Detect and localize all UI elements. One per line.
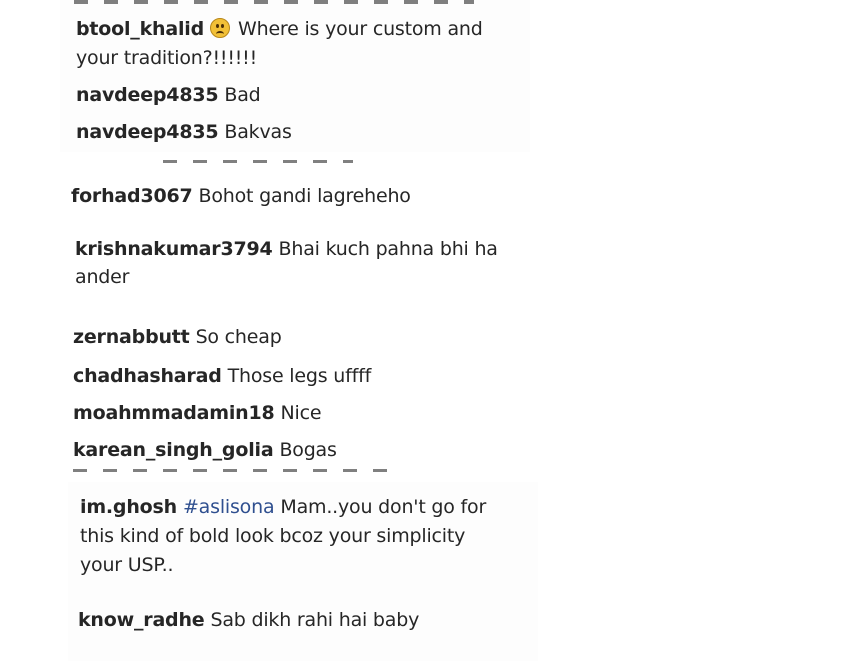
comment-item: btool_khalid Where is your custom and [76, 15, 483, 43]
comment-item: know_radhe Sab dikh rahi hai baby [78, 606, 419, 634]
comment-item: navdeep4835 Bad [76, 81, 261, 109]
comment-text-continued: your tradition?!!!!!! [76, 44, 257, 72]
comment-text-continued: your USP.. [80, 551, 174, 579]
comment-item: navdeep4835 Bakvas [76, 118, 292, 146]
comment-item: im.ghosh #aslisona Mam..you don't go for [80, 493, 486, 521]
comment-text: Bogas [279, 439, 337, 461]
comment-text: So cheap [195, 326, 282, 348]
comment-item: krishnakumar3794 Bhai kuch pahna bhi ha [75, 235, 498, 263]
comment-text-continued: ander [75, 263, 129, 291]
comment-username[interactable]: im.ghosh [80, 496, 177, 518]
comment-username[interactable]: krishnakumar3794 [75, 238, 273, 260]
comment-panel-bottom: im.ghosh #aslisona Mam..you don't go for t… [68, 482, 538, 661]
comment-text: ander [75, 266, 130, 288]
comment-text: this kind of bold look bcoz your simplic… [80, 525, 466, 547]
comment-text: Mam..you don't go for [280, 496, 487, 518]
comment-username[interactable]: know_radhe [78, 609, 205, 631]
comment-text: Bakvas [224, 121, 292, 143]
comment-username[interactable]: navdeep4835 [76, 121, 219, 143]
worried-face-icon [210, 18, 231, 38]
comment-username[interactable]: forhad3067 [71, 185, 193, 207]
cropped-text-fragment [74, 0, 474, 4]
comment-item: forhad3067 Bohot gandi lagreheho [71, 182, 411, 210]
comment-username[interactable]: moahmmadamin18 [73, 402, 275, 424]
comment-panel-middle: forhad3067 Bohot gandi lagreheho krishnak… [55, 160, 525, 472]
comment-text: Bohot gandi lagreheho [198, 185, 411, 207]
comment-text-continued: this kind of bold look bcoz your simplic… [80, 522, 465, 550]
comment-text: your tradition?!!!!!! [76, 47, 257, 69]
comment-username[interactable]: navdeep4835 [76, 84, 219, 106]
cropped-text-fragment [163, 160, 353, 163]
comment-username[interactable]: karean_singh_golia [73, 439, 274, 461]
comment-panel-top: btool_khalid Where is your custom and you… [60, 0, 530, 152]
comment-text: Where is your custom and [238, 18, 483, 40]
comment-text: Those legs uffff [227, 365, 372, 387]
comment-username[interactable]: chadhasharad [73, 365, 222, 387]
comment-text: your USP.. [80, 554, 174, 576]
comment-item: chadhasharad Those legs uffff [73, 362, 371, 390]
comment-item: zernabbutt So cheap [73, 323, 282, 351]
comment-username[interactable]: btool_khalid [76, 18, 204, 40]
comment-item: karean_singh_golia Bogas [73, 436, 337, 464]
comment-text: Nice [280, 402, 322, 424]
comment-text: Sab dikh rahi hai baby [210, 609, 420, 631]
cropped-text-fragment [73, 469, 403, 472]
comment-text: Bad [224, 84, 261, 106]
hashtag-link[interactable]: #aslisona [183, 496, 275, 518]
comment-text: Bhai kuch pahna bhi ha [278, 238, 498, 260]
comment-username[interactable]: zernabbutt [73, 326, 190, 348]
comment-item: moahmmadamin18 Nice [73, 399, 322, 427]
